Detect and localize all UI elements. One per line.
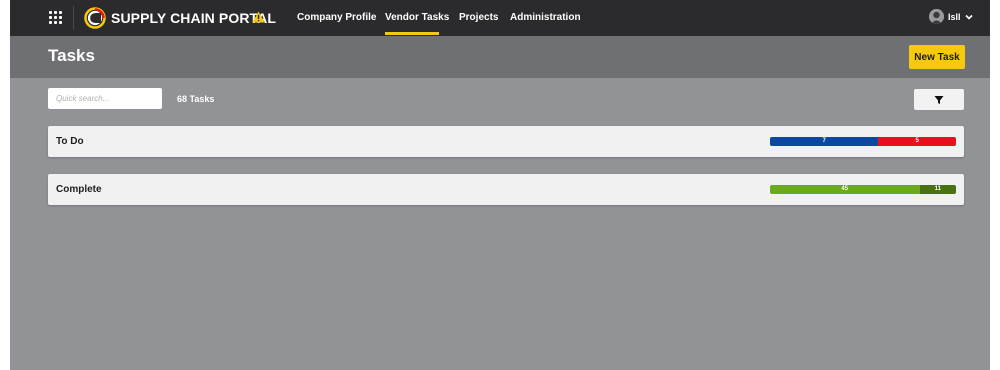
app-frame: SUPPLY CHAIN PORTAL Company Profile Vend…	[10, 0, 990, 370]
warning-icon[interactable]	[252, 11, 265, 23]
portal-logo-icon[interactable]	[84, 7, 106, 29]
status-progress-bar: 45 11	[770, 185, 956, 194]
task-count: 68 Tasks	[177, 94, 215, 104]
bar-segment-todo-open: 7	[770, 137, 879, 146]
quick-search-input[interactable]	[48, 88, 162, 109]
user-avatar[interactable]	[929, 9, 944, 24]
apps-grid-icon[interactable]	[48, 10, 66, 28]
status-progress-bar: 7 5	[770, 137, 956, 146]
bar-segment-complete-late: 11	[919, 185, 956, 194]
nav-projects[interactable]: Projects	[459, 12, 498, 23]
group-label: Complete	[56, 184, 102, 195]
bar-segment-todo-overdue: 5	[878, 137, 956, 146]
chevron-down-icon[interactable]	[964, 12, 974, 22]
group-label: To Do	[56, 136, 84, 147]
nav-company-profile[interactable]: Company Profile	[297, 12, 376, 23]
nav-administration[interactable]: Administration	[510, 12, 581, 23]
user-name[interactable]: Isll	[948, 12, 961, 22]
active-nav-indicator	[385, 32, 439, 35]
bar-segment-complete-on-time: 45	[770, 185, 920, 194]
top-navigation-bar: SUPPLY CHAIN PORTAL Company Profile Vend…	[10, 0, 990, 36]
page-title: Tasks	[48, 46, 95, 65]
group-row-to-do[interactable]: To Do 7 5	[48, 126, 964, 157]
filter-icon	[934, 96, 944, 104]
filter-button[interactable]	[914, 89, 964, 110]
group-row-complete[interactable]: Complete 45 11	[48, 174, 964, 205]
page-header: Tasks New Task	[10, 36, 990, 78]
new-task-button[interactable]: New Task	[909, 45, 965, 69]
nav-vendor-tasks[interactable]: Vendor Tasks	[385, 12, 449, 23]
topbar-divider	[73, 6, 74, 30]
